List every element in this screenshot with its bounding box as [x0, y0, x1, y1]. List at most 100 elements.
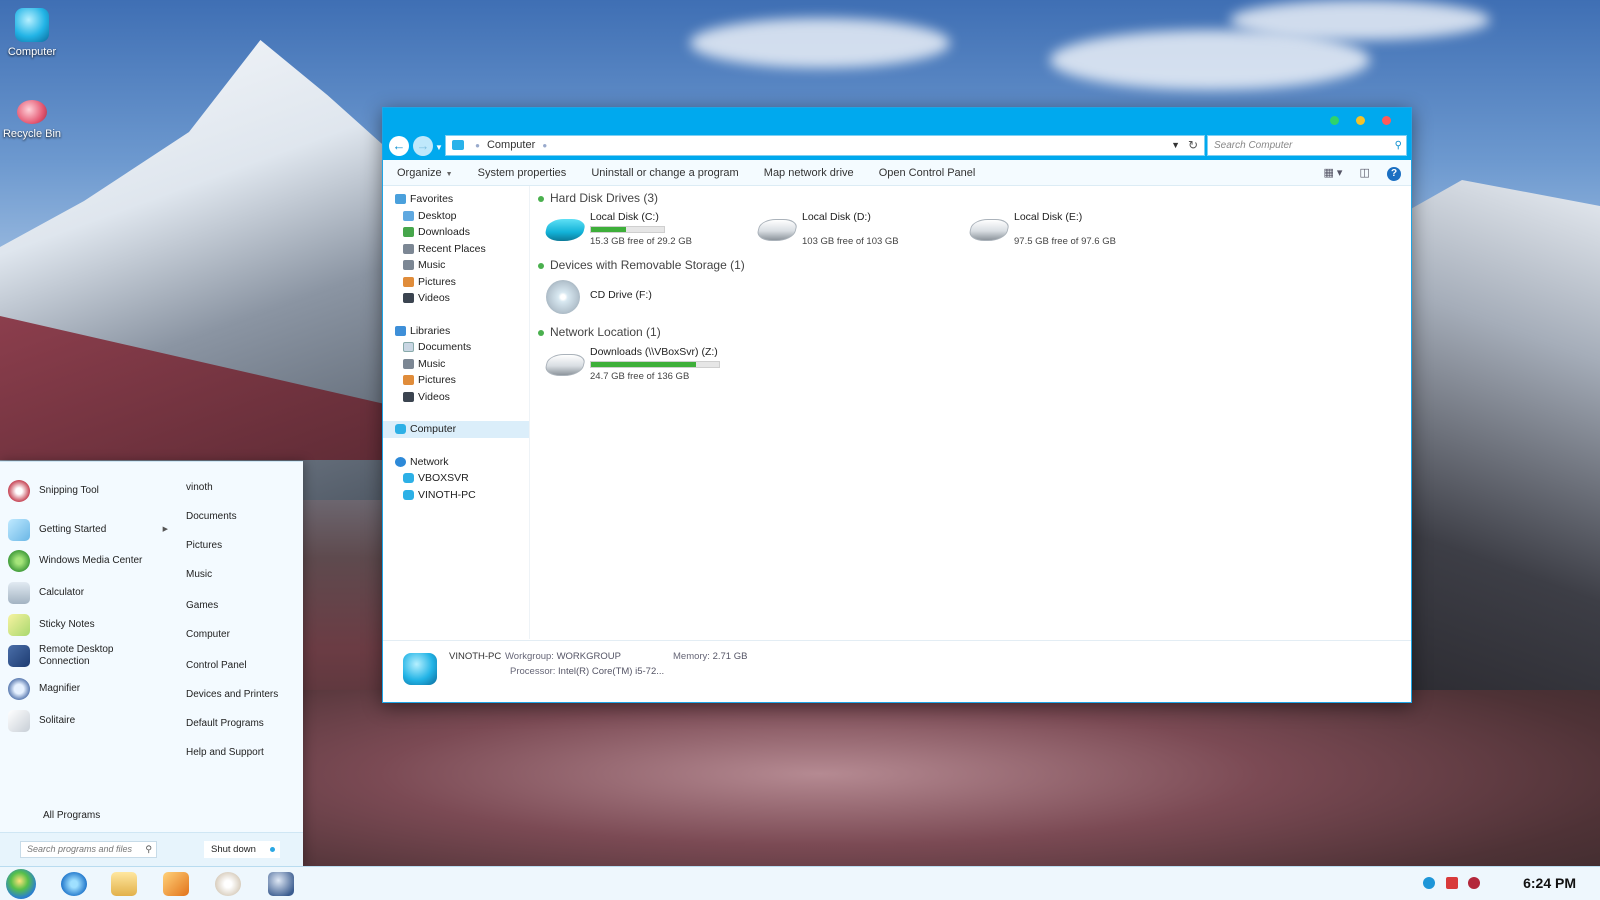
shutdown-options-icon[interactable]: [270, 847, 275, 852]
search-icon[interactable]: ⚲: [145, 842, 152, 857]
address-bar[interactable]: ● Computer ● ▼ ↻: [445, 135, 1205, 156]
nav-libraries[interactable]: Libraries: [383, 323, 529, 340]
start-item-label: Getting Started: [39, 524, 107, 535]
change-view-icon[interactable]: ▦ ▾: [1323, 166, 1342, 179]
action-center-flag-icon[interactable]: [1445, 877, 1458, 889]
search-icon[interactable]: ⚲: [1395, 136, 1402, 155]
group-bullet-icon: [538, 195, 544, 202]
nav-videos[interactable]: Videos: [383, 290, 529, 307]
nav-pictures[interactable]: Pictures: [383, 274, 529, 291]
group-header-removable[interactable]: Devices with Removable Storage (1): [538, 258, 745, 272]
volume-icon[interactable]: [1468, 877, 1480, 889]
start-link-computer[interactable]: Computer: [186, 629, 230, 640]
nav-lib-music[interactable]: Music: [383, 356, 529, 373]
media-player-icon[interactable]: [163, 872, 189, 896]
start-link-user[interactable]: vinoth: [186, 482, 213, 493]
cloud: [1230, 0, 1490, 40]
start-link-control-panel[interactable]: Control Panel: [186, 660, 247, 671]
nav-label: Documents: [418, 341, 472, 353]
start-link-devices-printers[interactable]: Devices and Printers: [186, 689, 278, 700]
drive-cd-f[interactable]: CD Drive (F:): [546, 278, 746, 318]
internet-explorer-icon[interactable]: [61, 872, 87, 896]
memory-value: 2.71 GB: [712, 651, 748, 662]
start-link-music[interactable]: Music: [186, 569, 212, 580]
processor-value: Intel(R) Core(TM) i5-72...: [558, 666, 665, 677]
nav-label: VBOXSVR: [418, 472, 469, 484]
breadcrumb-separator-icon[interactable]: ●: [475, 141, 480, 150]
breadcrumb-computer[interactable]: Computer: [487, 139, 535, 151]
start-item-magnifier[interactable]: Magnifier: [8, 675, 168, 703]
desktop-icon-computer[interactable]: Computer: [0, 8, 64, 58]
start-menu-links: vinoth Documents Pictures Music Games Co…: [178, 462, 303, 866]
nav-network[interactable]: Network: [383, 454, 529, 471]
pictures-icon: [403, 276, 414, 287]
nav-lib-pictures[interactable]: Pictures: [383, 372, 529, 389]
group-header-network[interactable]: Network Location (1): [538, 325, 661, 339]
start-link-default-programs[interactable]: Default Programs: [186, 718, 264, 729]
start-link-help-support[interactable]: Help and Support: [186, 747, 264, 758]
network-drive-z[interactable]: Downloads (\\VBoxSvr) (Z:) 24.7 GB free …: [543, 346, 746, 386]
help-icon[interactable]: ?: [1387, 167, 1401, 181]
nav-network-vinoth-pc[interactable]: VINOTH-PC: [383, 487, 529, 504]
nav-network-vboxsvr[interactable]: VBOXSVR: [383, 470, 529, 487]
drive-free-space: 103 GB free of 103 GB: [802, 236, 899, 247]
remote-desktop-icon: [8, 645, 30, 667]
nav-music[interactable]: Music: [383, 257, 529, 274]
nav-downloads[interactable]: Downloads: [383, 224, 529, 241]
start-item-label: Calculator: [39, 587, 85, 598]
all-programs-link[interactable]: All Programs: [43, 810, 100, 821]
start-button[interactable]: [6, 869, 36, 899]
drive-name: Local Disk (E:): [1014, 211, 1083, 223]
address-dropdown-icon[interactable]: ▼: [1171, 136, 1180, 155]
start-search-input[interactable]: Search programs and files ⚲: [20, 841, 157, 858]
chevron-right-icon[interactable]: ▶: [163, 516, 168, 544]
start-item-sticky-notes[interactable]: Sticky Notes: [8, 611, 168, 639]
group-title: Hard Disk Drives (3): [550, 191, 659, 205]
organize-button[interactable]: Organize ▼: [397, 160, 453, 188]
desktop-icon-recycle-bin[interactable]: Recycle Bin: [0, 92, 64, 140]
refresh-icon[interactable]: ↻: [1188, 136, 1198, 155]
drive-d[interactable]: Local Disk (D:) 103 GB free of 103 GB: [755, 211, 958, 251]
back-button[interactable]: ←: [389, 136, 409, 156]
folder-icon[interactable]: [111, 872, 137, 896]
start-link-games[interactable]: Games: [186, 600, 218, 611]
forward-button[interactable]: →: [413, 136, 433, 156]
start-item-getting-started[interactable]: Getting Started ▶: [8, 516, 168, 544]
drive-name: CD Drive (F:): [590, 289, 652, 301]
paint-icon[interactable]: [215, 872, 241, 896]
nav-computer[interactable]: Computer: [383, 421, 529, 438]
maximize-button[interactable]: [1356, 116, 1365, 125]
nav-lib-videos[interactable]: Videos: [383, 389, 529, 406]
start-item-snipping-tool[interactable]: Snipping Tool: [8, 477, 168, 505]
start-item-calculator[interactable]: Calculator: [8, 579, 168, 607]
taskbar-clock[interactable]: 6:24 PM: [1523, 875, 1576, 891]
nav-recent-places[interactable]: Recent Places: [383, 241, 529, 258]
search-input[interactable]: Search Computer ⚲: [1207, 135, 1407, 156]
sticky-notes-icon: [8, 614, 30, 636]
map-network-drive-button[interactable]: Map network drive: [764, 160, 854, 186]
start-item-windows-media-center[interactable]: Windows Media Center: [8, 547, 168, 575]
preview-pane-icon[interactable]: ◫: [1360, 166, 1370, 179]
processor-info: Processor: Intel(R) Core(TM) i5-72...: [510, 666, 664, 677]
nav-desktop[interactable]: Desktop: [383, 208, 529, 225]
start-item-solitaire[interactable]: Solitaire: [8, 707, 168, 735]
drive-c[interactable]: Local Disk (C:) 15.3 GB free of 29.2 GB: [543, 211, 746, 251]
start-link-documents[interactable]: Documents: [186, 511, 237, 522]
nav-favorites[interactable]: Favorites: [383, 191, 529, 208]
show-hidden-icons-icon[interactable]: [1423, 877, 1436, 889]
shutdown-button[interactable]: Shut down: [204, 841, 280, 858]
group-header-hard-disks[interactable]: Hard Disk Drives (3): [538, 191, 658, 205]
open-control-panel-button[interactable]: Open Control Panel: [879, 160, 976, 186]
nav-lib-documents[interactable]: Documents: [383, 339, 529, 356]
start-link-pictures[interactable]: Pictures: [186, 540, 222, 551]
breadcrumb-separator-icon[interactable]: ●: [542, 141, 547, 150]
start-item-remote-desktop[interactable]: Remote Desktop Connection: [8, 642, 168, 670]
recent-pages-dropdown[interactable]: ▼: [435, 143, 443, 152]
drive-e[interactable]: Local Disk (E:) 97.5 GB free of 97.6 GB: [967, 211, 1170, 251]
system-properties-button[interactable]: System properties: [478, 160, 567, 186]
drive-usage-bar: [590, 226, 665, 233]
computer-app-icon[interactable]: [268, 872, 294, 896]
minimize-button[interactable]: [1330, 116, 1339, 125]
close-button[interactable]: [1382, 116, 1391, 125]
uninstall-program-button[interactable]: Uninstall or change a program: [591, 160, 738, 186]
